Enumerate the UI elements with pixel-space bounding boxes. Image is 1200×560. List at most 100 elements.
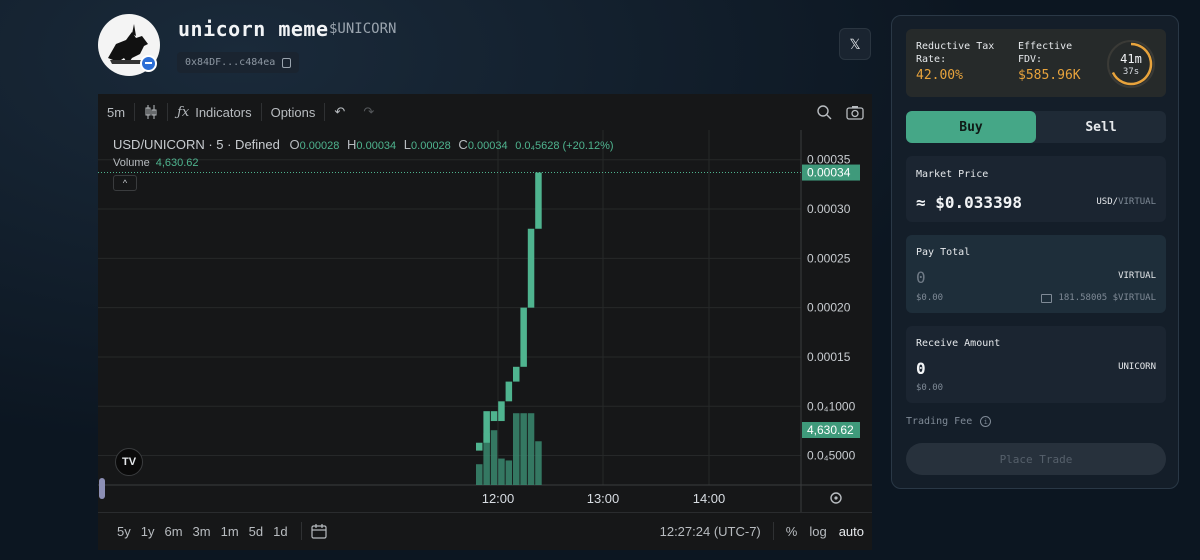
launch-timer: 41m 37s xyxy=(1107,40,1155,88)
volume-bar xyxy=(527,413,535,485)
x-logo-icon: 𝕏 xyxy=(849,35,861,52)
copy-icon[interactable] xyxy=(282,57,292,68)
options-button[interactable]: Options xyxy=(262,94,325,130)
tradingview-logo-icon[interactable]: TV xyxy=(115,448,143,476)
buy-sell-toggle: Buy Sell xyxy=(906,111,1166,143)
candle xyxy=(535,172,542,229)
timer-minutes: 41m xyxy=(1120,52,1142,66)
price-axis-label: 0.00020 xyxy=(807,301,851,315)
volume-legend: Volume 4,630.62 xyxy=(113,157,199,169)
drag-handle[interactable] xyxy=(99,478,105,499)
date-range-icon[interactable] xyxy=(310,523,327,539)
range-1d[interactable]: 1d xyxy=(268,524,292,539)
fdv-value: $585.96K xyxy=(1018,68,1081,83)
contract-address-text: 0x84DF...c484ea xyxy=(185,57,276,68)
trading-fee-row: Trading Fee i xyxy=(906,416,992,427)
time-axis-label: 12:00 xyxy=(482,491,515,506)
candle xyxy=(483,411,490,443)
open-label: O xyxy=(289,137,300,152)
price-axis-label: 0.0₄1000 xyxy=(807,399,856,413)
chevron-up-icon: ^ xyxy=(122,178,128,188)
volume-bar xyxy=(476,464,483,485)
volume-bar xyxy=(505,460,513,485)
token-ticker: $UNICORN xyxy=(329,21,397,37)
ohlc-legend: USD/UNICORN · 5 · Defined O0.00028 H0.00… xyxy=(113,137,614,152)
range-5y[interactable]: 5y xyxy=(112,524,136,539)
place-trade-button[interactable]: Place Trade xyxy=(906,443,1166,475)
timer-seconds: 37s xyxy=(1122,67,1140,77)
high-value: 0.00034 xyxy=(356,140,397,152)
wallet-balance-value: 181.58005 $VIRTUAL xyxy=(1058,293,1156,303)
volume-value: 4,630.62 xyxy=(155,157,199,169)
x-social-button[interactable]: 𝕏 xyxy=(839,28,871,60)
token-info-card: Reductive Tax Rate: 42.00% Effective FDV… xyxy=(906,29,1166,97)
pay-total-input[interactable]: 0 xyxy=(916,268,926,287)
receive-unit: UNICORN xyxy=(1118,362,1156,372)
auto-toggle[interactable]: auto xyxy=(839,524,864,539)
close-label: C xyxy=(458,137,468,152)
candle xyxy=(520,307,527,367)
redo-button[interactable]: ↷ xyxy=(354,94,383,130)
pay-total-label: Pay Total xyxy=(916,247,971,258)
candle xyxy=(505,381,513,402)
pay-total-card[interactable]: Pay Total 0 VIRTUAL $0.00 181.58005 $VIR… xyxy=(906,235,1166,313)
trade-panel: Reductive Tax Rate: 42.00% Effective FDV… xyxy=(891,15,1179,489)
buy-tab[interactable]: Buy xyxy=(906,111,1036,143)
zoom-search-icon[interactable] xyxy=(816,104,832,120)
toolbar-divider xyxy=(772,522,774,540)
candle xyxy=(476,442,483,451)
camera-icon[interactable] xyxy=(846,105,864,120)
wallet-balance[interactable]: 181.58005 $VIRTUAL xyxy=(1041,293,1156,303)
unit-virtual: VIRTUAL xyxy=(1118,197,1156,207)
tax-value: 42.00% xyxy=(916,68,963,83)
fdv-label: Effective FDV: xyxy=(1018,41,1073,65)
collapse-legend-button[interactable]: ^ xyxy=(113,175,137,191)
chart-type-button[interactable] xyxy=(135,94,167,130)
price-chart[interactable]: 0.000350.000300.000250.000200.000150.0₄1… xyxy=(98,130,872,512)
tax-label: Reductive Tax Rate: xyxy=(916,41,995,65)
clock-time[interactable]: 12:27:24 (UTC-7) xyxy=(660,524,761,539)
price-axis-label: 0.00025 xyxy=(807,251,851,265)
volume-bar xyxy=(490,430,498,485)
price-axis-label: 0.00015 xyxy=(807,350,851,364)
contract-address[interactable]: 0x84DF...c484ea xyxy=(177,52,300,73)
range-1m[interactable]: 1m xyxy=(216,524,244,539)
receive-value: 0 xyxy=(916,359,926,378)
market-price-card: Market Price ≈ $0.033398 USD/VIRTUAL xyxy=(906,156,1166,222)
indicators-label: Indicators xyxy=(195,104,252,120)
range-1y[interactable]: 1y xyxy=(136,524,160,539)
indicators-button[interactable]: ƒx Indicators xyxy=(168,94,261,130)
volume-bar xyxy=(498,458,505,485)
receive-label: Receive Amount xyxy=(916,338,1001,349)
time-axis-label: 14:00 xyxy=(693,491,726,506)
pay-total-unit: VIRTUAL xyxy=(1118,271,1156,281)
trading-fee-label: Trading Fee xyxy=(906,416,973,427)
last-volume-label: 4,630.62 xyxy=(807,423,854,437)
token-name: unicorn meme xyxy=(178,17,329,41)
receive-usd: $0.00 xyxy=(916,383,944,393)
market-price-unit: USD/VIRTUAL xyxy=(1096,197,1156,207)
redo-icon: ↷ xyxy=(363,104,375,119)
fx-icon: ƒx xyxy=(177,104,190,120)
percent-toggle[interactable]: % xyxy=(786,524,798,539)
volume-bar xyxy=(513,413,520,485)
receive-amount-card: Receive Amount 0 UNICORN $0.00 xyxy=(906,326,1166,403)
last-price-label: 0.00034 xyxy=(807,166,851,180)
volume-bar xyxy=(520,413,527,485)
info-icon[interactable]: i xyxy=(980,416,992,427)
chart-symbol: USD/UNICORN · 5 · Defined xyxy=(113,137,280,152)
candles-icon xyxy=(145,105,157,119)
log-toggle[interactable]: log xyxy=(809,524,826,539)
chart-panel: 5m ƒx Indicators Options ↶ ↷ 0.00035 0.00… xyxy=(98,94,872,550)
range-3m[interactable]: 3m xyxy=(188,524,216,539)
range-6m[interactable]: 6m xyxy=(159,524,187,539)
low-value: 0.00028 xyxy=(411,140,451,152)
time-axis-label: 13:00 xyxy=(587,491,620,506)
range-5d[interactable]: 5d xyxy=(244,524,268,539)
market-price-label: Market Price xyxy=(916,169,989,180)
sell-tab[interactable]: Sell xyxy=(1036,111,1166,143)
interval-selector[interactable]: 5m xyxy=(98,94,134,130)
undo-button[interactable]: ↶ xyxy=(325,94,354,130)
candle xyxy=(527,228,535,308)
range-bar: 5y 1y 6m 3m 1m 5d 1d 12:27:24 (UTC-7) % … xyxy=(98,512,872,550)
